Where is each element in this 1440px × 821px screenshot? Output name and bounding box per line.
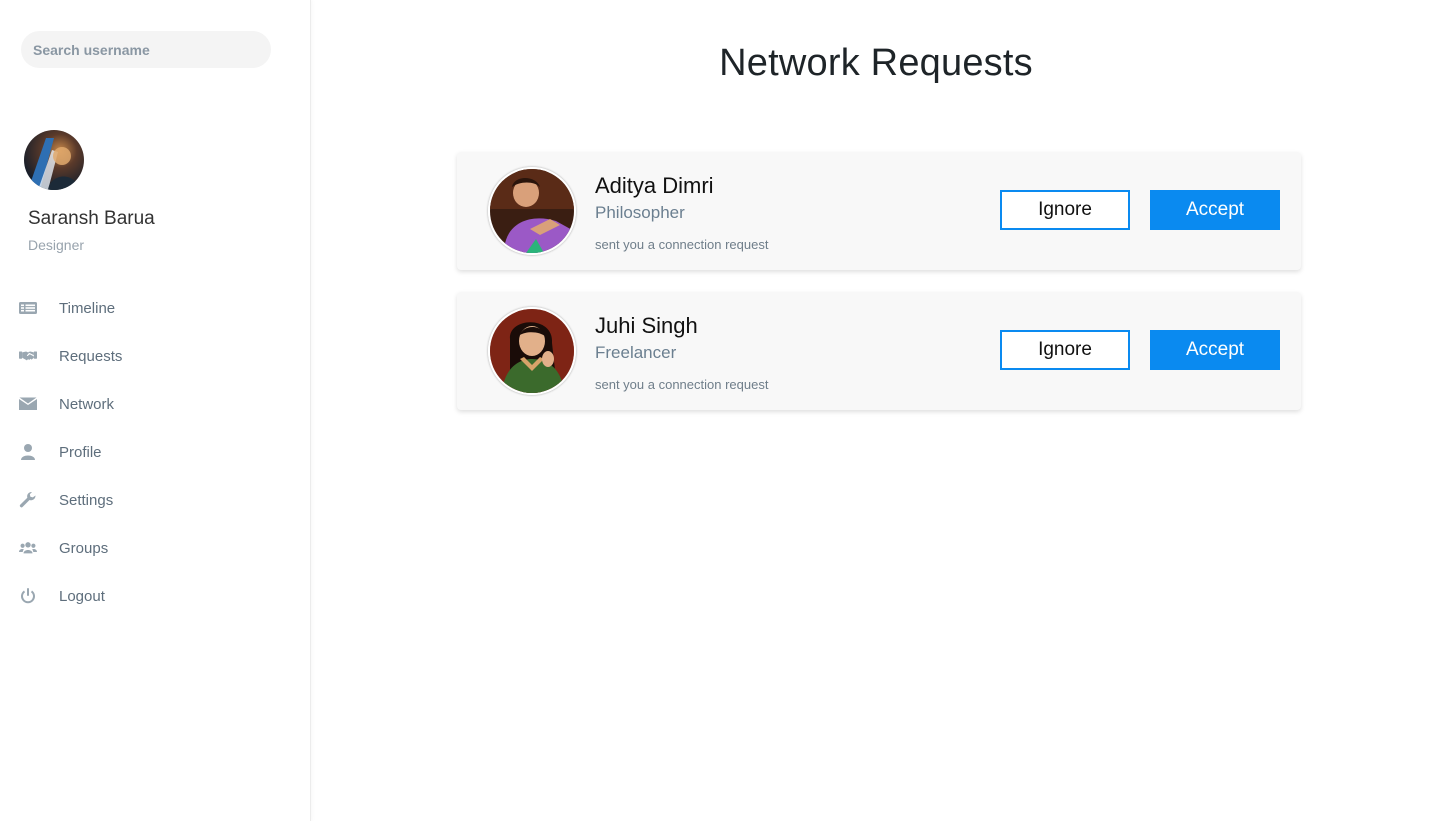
requester-name[interactable]: Juhi Singh (595, 313, 698, 339)
sidebar-item-label: Timeline (59, 299, 116, 317)
request-card: Juhi Singh Freelancer sent you a connect… (457, 292, 1301, 410)
sidebar-item-label: Network (59, 395, 115, 413)
sidebar-item-profile[interactable]: Profile (0, 428, 311, 476)
users-icon (0, 524, 56, 572)
sidebar-nav: Timeline Requests Network Profile Settin… (0, 284, 311, 620)
sidebar-item-label: Settings (59, 491, 114, 509)
request-message: sent you a connection request (595, 377, 769, 392)
accept-button[interactable]: Accept (1150, 330, 1280, 370)
handshake-icon (0, 332, 56, 380)
accept-button[interactable]: Accept (1150, 190, 1280, 230)
user-avatar[interactable] (24, 130, 84, 190)
sidebar-item-logout[interactable]: Logout (0, 572, 311, 620)
request-message: sent you a connection request (595, 237, 769, 252)
power-icon (0, 572, 56, 620)
list-icon (0, 284, 56, 332)
sidebar: Saransh Barua Designer Timeline Requests… (0, 0, 311, 821)
ignore-button[interactable]: Ignore (1000, 190, 1130, 230)
sidebar-item-label: Groups (59, 539, 109, 557)
envelope-icon (0, 380, 56, 428)
sidebar-item-network[interactable]: Network (0, 380, 311, 428)
sidebar-item-label: Profile (59, 443, 102, 461)
requester-name[interactable]: Aditya Dimri (595, 173, 714, 199)
user-name: Saransh Barua (28, 208, 155, 229)
requester-title: Philosopher (595, 203, 685, 222)
sidebar-item-settings[interactable]: Settings (0, 476, 311, 524)
requester-title: Freelancer (595, 343, 677, 362)
sidebar-item-label: Requests (59, 347, 123, 365)
sidebar-item-label: Logout (59, 587, 105, 605)
wrench-icon (0, 476, 56, 524)
user-role: Designer (28, 237, 85, 253)
requester-avatar[interactable] (488, 167, 576, 255)
search-input[interactable] (21, 31, 271, 68)
ignore-button[interactable]: Ignore (1000, 330, 1130, 370)
sidebar-item-requests[interactable]: Requests (0, 332, 311, 380)
sidebar-item-groups[interactable]: Groups (0, 524, 311, 572)
sidebar-item-timeline[interactable]: Timeline (0, 284, 311, 332)
user-icon (0, 428, 56, 476)
request-card: Aditya Dimri Philosopher sent you a conn… (457, 152, 1301, 270)
requester-avatar[interactable] (488, 307, 576, 395)
page-title: Network Requests (719, 42, 1033, 84)
